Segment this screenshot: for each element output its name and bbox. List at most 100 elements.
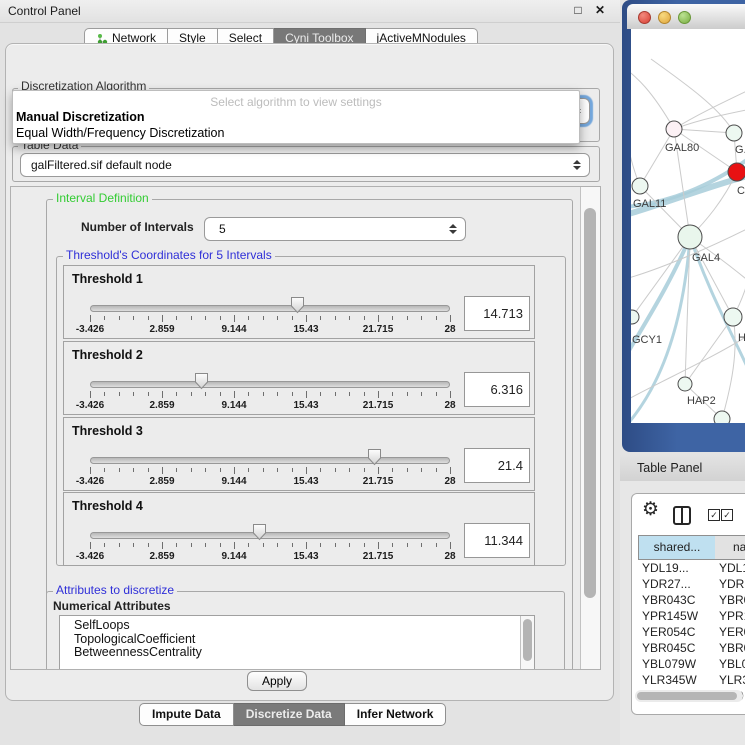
table-hscrollbar[interactable] [635,690,743,702]
threshold-value-field[interactable]: 11.344 [464,523,530,558]
network-node[interactable] [632,178,648,194]
popup-option-manual[interactable]: Manual Discretization [16,110,576,124]
table-row[interactable]: YER054CYER0 [638,624,745,640]
tick-label: 21.715 [363,476,394,487]
network-edge[interactable] [722,317,735,419]
table-row[interactable]: YBL079WYBL0 [638,656,745,672]
network-node[interactable] [724,308,742,326]
network-node[interactable] [666,121,682,137]
network-node[interactable] [678,225,702,249]
network-node[interactable] [678,377,692,391]
tick-mark [133,316,134,320]
pane-scrollbar[interactable] [580,187,600,669]
num-intervals-spinner[interactable]: 5 [204,217,466,241]
popup-option-equal-width[interactable]: Equal Width/Frequency Discretization [16,126,576,140]
tick-label: 9.144 [221,324,246,335]
tick-mark [421,316,422,320]
tab-impute-data[interactable]: Impute Data [139,703,234,726]
tick-mark [335,316,336,320]
tick-mark [378,315,379,322]
threshold-value-field[interactable]: 14.713 [464,296,530,331]
tick-mark [421,468,422,472]
network-edge[interactable] [674,89,745,129]
close-red-icon[interactable] [638,11,651,24]
network-node-label: GAL80 [665,142,699,154]
network-node[interactable] [714,411,730,423]
table-row[interactable]: YDR27...YDR2 [638,576,745,592]
threshold-row: Threshold 2-3.4262.8599.14415.4321.71528… [63,341,535,415]
tick-mark [277,543,278,547]
minimize-yellow-icon[interactable] [658,11,671,24]
tick-mark [248,468,249,472]
table-row[interactable]: YPR145WYPR1 [638,608,745,624]
threshold-value-field[interactable]: 21.4 [464,448,530,483]
tick-mark [306,542,307,549]
tick-mark [450,467,451,474]
slider-thumb[interactable] [367,448,382,466]
tick-mark [133,392,134,396]
slider-thumb[interactable] [290,296,305,314]
attribute-list-item[interactable]: BetweennessCentrality [60,646,534,660]
threshold-slider[interactable]: -3.4262.8599.14415.4321.71528 [90,266,450,338]
network-edge[interactable] [640,129,674,186]
table-row[interactable]: YBR043CYBR0 [638,592,745,608]
attribute-list-item[interactable]: SelfLoops [60,619,534,633]
cell-name: YDR2 [719,576,745,592]
network-canvas[interactable]: GAL80G.CGAL11GAL4GCY1HHAP2 [631,29,745,423]
table-row[interactable]: YDL19...YDL1 [638,560,745,576]
apply-button[interactable]: Apply [247,671,307,691]
checkbox-icon[interactable]: ✓ [708,509,720,521]
network-edge[interactable] [631,124,640,186]
slider-ticks [90,542,450,550]
slider-track[interactable] [90,381,450,388]
tick-mark [90,542,91,549]
network-edge[interactable] [651,59,734,133]
tick-mark [119,543,120,547]
numerical-attributes-list[interactable]: SelfLoopsTopologicalCoefficientBetweenne… [59,615,535,670]
table-data-combobox[interactable]: galFiltered.sif default node [20,153,590,177]
network-node[interactable] [631,310,639,324]
float-window-icon[interactable]: □ [570,2,586,18]
column-header-shared[interactable]: shared... [638,535,716,560]
tab-infer-network[interactable]: Infer Network [345,703,447,726]
close-icon[interactable]: ✕ [592,2,608,18]
network-edge[interactable] [685,317,733,384]
checkbox-icon[interactable]: ✓ [721,509,733,521]
threshold-slider[interactable]: -3.4262.8599.14415.4321.71528 [90,418,450,490]
threshold-slider[interactable]: -3.4262.8599.14415.4321.71528 [90,493,450,565]
tick-label: -3.426 [76,324,104,335]
table-panel-title: Table Panel [637,461,702,475]
network-window-titlebar[interactable] [627,4,745,29]
table-row[interactable]: YBR045CYBR0 [638,640,745,656]
network-node[interactable] [726,125,742,141]
table-hscrollbar-thumb[interactable] [637,692,737,700]
tick-mark [364,543,365,547]
cell-shared-name: YBR045C [642,640,695,656]
slider-tick-labels: -3.4262.8599.14415.4321.71528 [90,400,450,411]
network-edge[interactable] [674,129,734,133]
threshold-slider[interactable]: -3.4262.8599.14415.4321.71528 [90,342,450,414]
column-header-name[interactable]: na [715,535,745,560]
network-edge[interactable] [631,69,674,129]
list-scrollbar[interactable] [520,616,534,670]
zoom-green-icon[interactable] [678,11,691,24]
threshold-value-field[interactable]: 6.316 [464,372,530,407]
slider-thumb[interactable] [252,523,267,541]
tab-discretize-data[interactable]: Discretize Data [234,703,345,726]
network-node[interactable] [728,163,745,181]
pane-scrollbar-thumb[interactable] [584,208,596,598]
slider-thumb[interactable] [194,372,209,390]
network-edge[interactable] [690,237,733,317]
tick-mark [263,468,264,472]
tick-mark [148,392,149,396]
tick-mark [306,315,307,322]
gear-icon[interactable]: ⚙ [642,498,659,521]
list-scrollbar-thumb[interactable] [523,619,532,661]
tick-mark [263,392,264,396]
slider-track[interactable] [90,532,450,539]
table-row[interactable]: YLR345WYLR3 [638,672,745,688]
slider-track[interactable] [90,305,450,312]
slider-track[interactable] [90,457,450,464]
split-table-icon[interactable] [673,506,691,525]
attribute-list-item[interactable]: TopologicalCoefficient [60,633,534,647]
